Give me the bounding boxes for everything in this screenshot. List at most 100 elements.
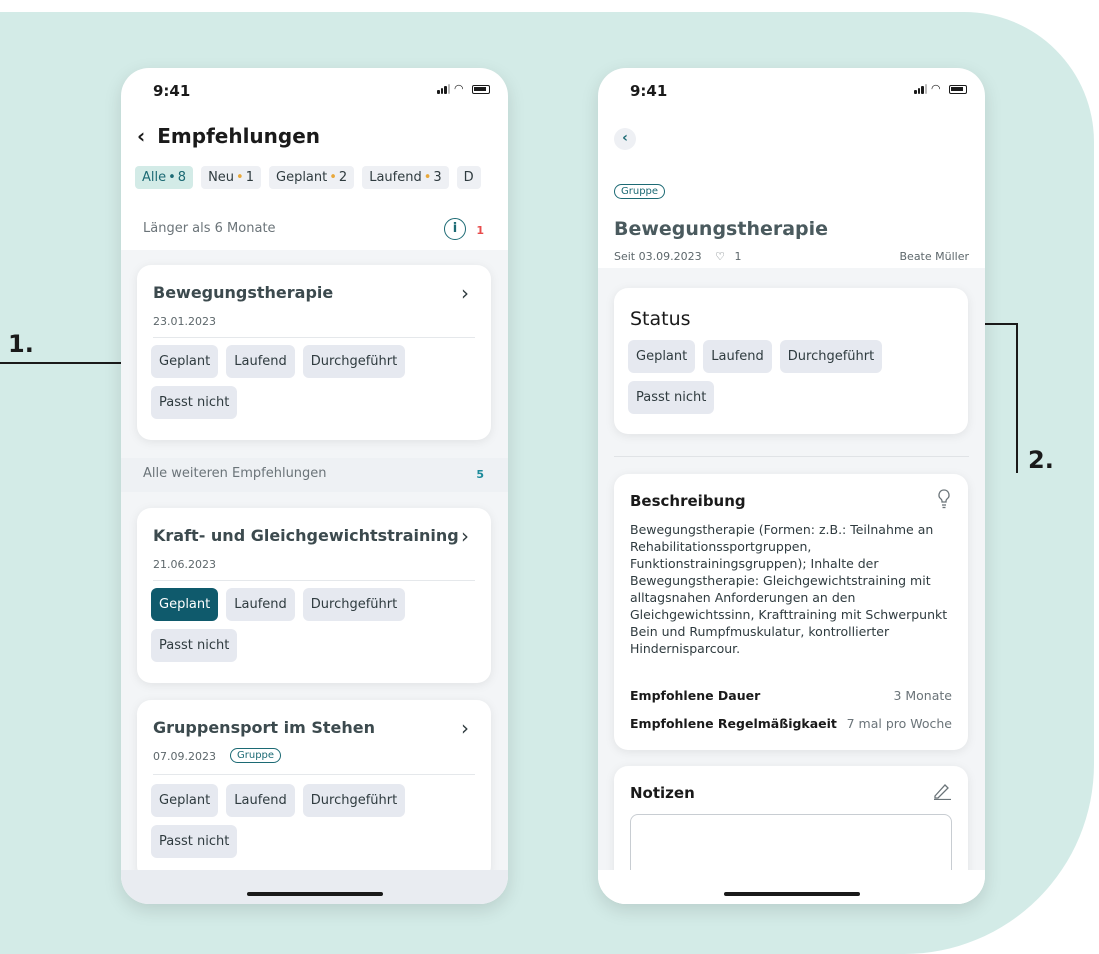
card-title: Gruppensport im Stehen (153, 718, 376, 737)
battery-icon (949, 84, 967, 94)
home-indicator[interactable] (246, 892, 383, 896)
tag-durchgefuehrt[interactable]: Durchgeführt (302, 784, 406, 817)
author-name: Beate Müller (899, 250, 970, 263)
tag-passt-nicht[interactable]: Passt nicht (151, 386, 238, 419)
home-bar-area (121, 870, 508, 904)
callout-label-one: 1. (8, 330, 34, 358)
section-count-other: 5 (476, 468, 484, 481)
filter-label: Geplant (276, 170, 328, 185)
status-bar: 9:41 ◠ (598, 68, 985, 108)
battery-icon (472, 84, 490, 94)
tag-geplant[interactable]: Geplant (151, 345, 219, 378)
tag-durchgefuehrt[interactable]: Durchgeführt (302, 345, 406, 378)
dot-icon: • (168, 170, 176, 185)
detail-meta: Seit 03.09.2023 ♡ 1 (614, 250, 741, 263)
status-tag-group: Geplant Laufend Durchgeführt Passt nicht (151, 345, 481, 419)
filter-count: 2 (338, 170, 348, 185)
filter-chip-laufend[interactable]: Laufend • 3 (362, 166, 449, 189)
recommended-duration-row: Empfohlene Dauer 3 Monate (630, 688, 952, 703)
tag-geplant-selected[interactable]: Geplant (151, 588, 219, 621)
status-tag-group: Geplant Laufend Durchgeführt Passt nicht (151, 588, 481, 662)
signal-icon (437, 84, 450, 94)
filter-chip-alle[interactable]: Alle • 8 (135, 166, 194, 189)
like-count: 1 (734, 250, 742, 263)
filter-chip-neu[interactable]: Neu • 1 (201, 166, 261, 189)
tag-passt-nicht[interactable]: Passt nicht (151, 629, 238, 662)
filter-chip-durchgefuehrt[interactable]: D (456, 166, 481, 189)
recommendation-card[interactable]: Gruppensport im Stehen › 07.09.2023 Grup… (137, 700, 491, 880)
dot-icon: • (329, 170, 337, 185)
chevron-right-icon[interactable]: › (461, 524, 469, 548)
status-tag-group: Geplant Laufend Durchgeführt Passt nicht (151, 784, 481, 858)
status-icons: ◠ (914, 82, 967, 95)
group-badge: Gruppe (614, 184, 666, 199)
description-heading: Beschreibung (630, 492, 746, 510)
card-date: 21.06.2023 (153, 558, 216, 571)
callout-line-two-v (1016, 323, 1018, 473)
callout-line-one (0, 362, 135, 364)
filter-chip-geplant[interactable]: Geplant • 2 (269, 166, 355, 189)
page-title: Empfehlungen (157, 124, 321, 148)
filter-label: Laufend (369, 170, 422, 185)
filter-label: Alle (142, 170, 167, 185)
section-count-older: 1 (476, 224, 484, 237)
recommendation-card[interactable]: Kraft- und Gleichgewichtstraining › 21.0… (137, 508, 491, 683)
duration-label: Empfohlene Dauer (630, 688, 761, 703)
chevron-right-icon[interactable]: › (461, 716, 469, 740)
card-divider (153, 337, 475, 338)
chevron-right-icon[interactable]: › (461, 281, 469, 305)
signal-icon (914, 84, 927, 94)
status-card: Status Geplant Laufend Durchgeführt Pass… (614, 288, 968, 434)
frequency-label: Empfohlene Regelmäßigkaeit (630, 716, 837, 731)
filter-count: 8 (177, 170, 187, 185)
callout-label-two: 2. (1028, 446, 1054, 474)
card-title: Bewegungstherapie (153, 283, 334, 302)
phone-recommendations: 9:41 ◠ ‹ Empfehlungen Alle • 8 Neu • 1 Gepla… (121, 68, 508, 904)
wifi-icon: ◠ (931, 82, 941, 95)
status-bar: 9:41 ◠ (121, 68, 508, 108)
heart-icon: ♡ (715, 250, 725, 263)
status-heading: Status (630, 308, 691, 330)
description-card: Beschreibung Bewegungstherapie (Formen: … (614, 474, 968, 750)
status-icons: ◠ (437, 82, 490, 95)
tag-laufend[interactable]: Laufend (226, 588, 295, 621)
phone-recommendation-detail: 9:41 ◠ ‹ Gruppe Bewegungstherapie Seit 0… (598, 68, 985, 904)
card-divider (153, 580, 475, 581)
status-time: 9:41 (630, 82, 668, 100)
section-label-other: Alle weiteren Empfehlungen (143, 466, 327, 481)
tag-durchgefuehrt[interactable]: Durchgeführt (779, 340, 883, 373)
tag-laufend[interactable]: Laufend (226, 345, 295, 378)
tag-geplant[interactable]: Geplant (628, 340, 696, 373)
home-bar-area (598, 870, 985, 904)
status-time: 9:41 (153, 82, 191, 100)
back-button-icon[interactable]: ‹ (614, 128, 636, 150)
tag-laufend[interactable]: Laufend (226, 784, 295, 817)
group-badge: Gruppe (230, 748, 282, 763)
wifi-icon: ◠ (454, 82, 464, 95)
separator (614, 456, 969, 457)
back-chevron-icon[interactable]: ‹ (137, 126, 145, 146)
filter-label: D (463, 170, 474, 185)
tag-durchgefuehrt[interactable]: Durchgeführt (302, 588, 406, 621)
info-icon[interactable]: i (444, 218, 466, 240)
frequency-value: 7 mal pro Woche (846, 716, 952, 731)
tag-laufend[interactable]: Laufend (703, 340, 772, 373)
detail-title: Bewegungstherapie (614, 218, 829, 240)
filter-count: 3 (433, 170, 442, 185)
notes-heading: Notizen (630, 784, 695, 802)
recommendation-card[interactable]: Bewegungstherapie › 23.01.2023 Geplant L… (137, 265, 491, 440)
card-divider (153, 774, 475, 775)
pencil-icon[interactable] (932, 782, 952, 800)
lightbulb-icon[interactable] (936, 488, 952, 510)
tag-passt-nicht[interactable]: Passt nicht (628, 381, 715, 414)
since-date: Seit 03.09.2023 (614, 250, 702, 263)
tag-geplant[interactable]: Geplant (151, 784, 219, 817)
filter-tabs: Alle • 8 Neu • 1 Geplant • 2 Laufend • 3 D (135, 166, 481, 189)
section-label-older: Länger als 6 Monate (143, 221, 276, 236)
tag-passt-nicht[interactable]: Passt nicht (151, 825, 238, 858)
home-indicator[interactable] (723, 892, 860, 896)
status-tag-group: Geplant Laufend Durchgeführt Passt nicht (628, 340, 958, 414)
card-date: 23.01.2023 (153, 315, 216, 328)
dot-icon: • (236, 170, 244, 185)
description-text: Bewegungstherapie (Formen: z.B.: Teilnah… (630, 522, 948, 656)
